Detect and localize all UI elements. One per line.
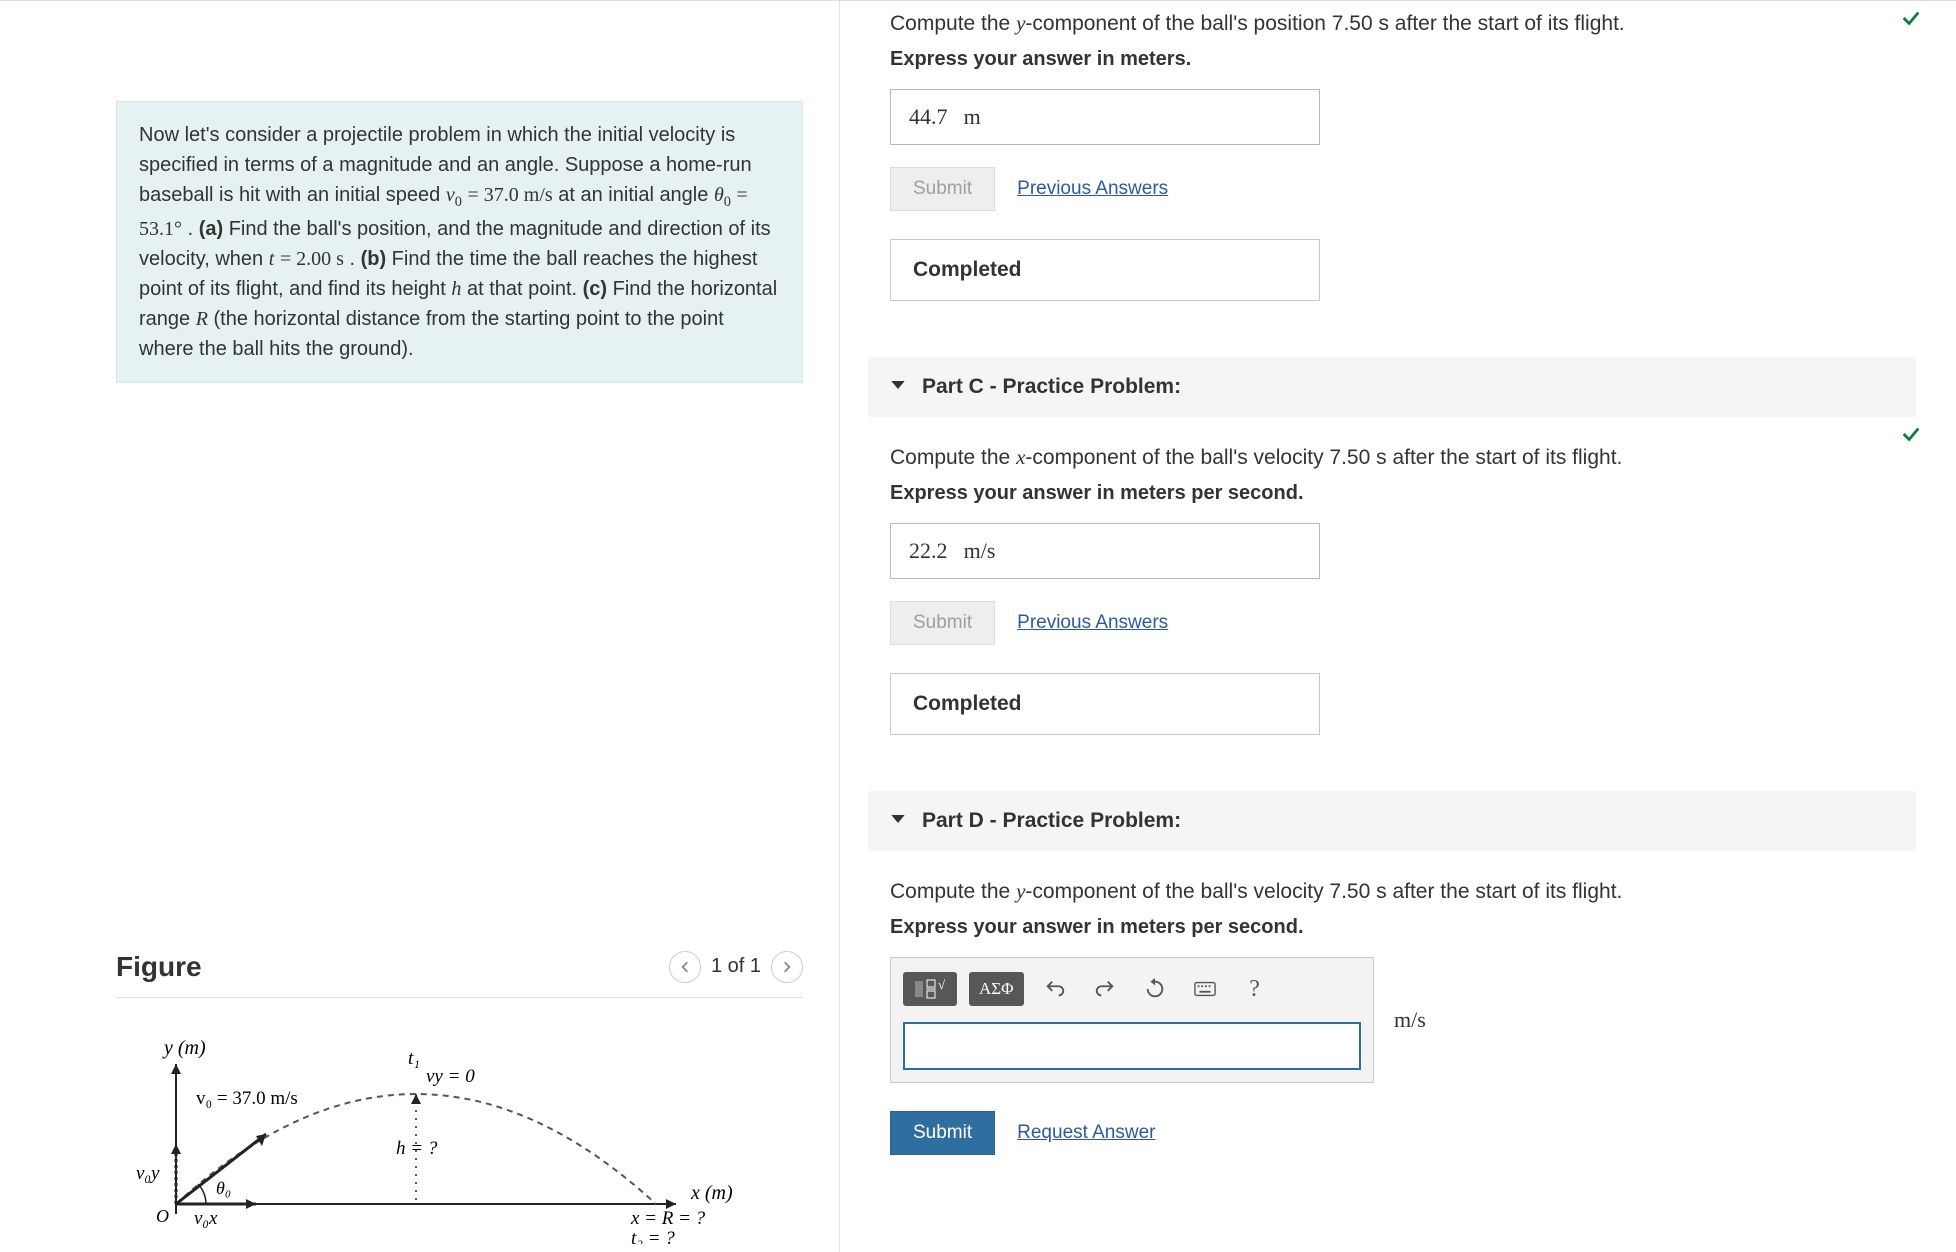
part-d-question: Compute the y-component of the ball's ve… <box>890 879 1894 904</box>
theta-label: θ₀ <box>216 1178 231 1198</box>
template-tool[interactable]: √ <box>903 972 957 1006</box>
part-c-header[interactable]: Part C - Practice Problem: <box>868 357 1916 417</box>
part-b-text2: at that point. <box>467 278 583 300</box>
caret-down-icon <box>890 812 906 830</box>
v0x-label: v₀x <box>194 1208 218 1229</box>
part-b-question: Compute the y-component of the ball's po… <box>890 11 1894 36</box>
part-c-answer-box: 22.2 m/s <box>890 523 1320 579</box>
reset-tool[interactable] <box>1136 970 1174 1008</box>
h-label: h = ? <box>396 1138 438 1159</box>
redo-tool[interactable] <box>1086 970 1124 1008</box>
v0-label: v₀ = 37.0 m/s <box>196 1088 298 1109</box>
answer-input[interactable] <box>903 1022 1361 1070</box>
figure-diagram: y (m) x (m) v₀ = 37.0 m/s v₀y v₀x θ₀ O t… <box>116 1024 803 1249</box>
reset-icon <box>1144 978 1166 1000</box>
help-tool[interactable]: ? <box>1236 970 1274 1008</box>
keyboard-icon <box>1194 978 1216 1000</box>
equation-row: √ ΑΣΦ <box>890 957 1894 1083</box>
check-icon <box>1900 7 1922 34</box>
problem-text-2: at an initial angle <box>558 184 714 206</box>
part-b-instruction: Express your answer in meters. <box>890 48 1894 71</box>
part-b-answer-unit: m <box>964 104 981 129</box>
equation-toolbar: √ ΑΣΦ <box>903 970 1361 1008</box>
part-b-label: (b) <box>361 248 387 270</box>
vy0-label: vy = 0 <box>426 1066 475 1087</box>
part-d-header[interactable]: Part D - Practice Problem: <box>868 791 1916 851</box>
part-c-submit-button: Submit <box>890 601 995 645</box>
part-b-answer-box: 44.7 m <box>890 89 1320 145</box>
xR-label: x = R = ? <box>630 1208 706 1229</box>
check-icon <box>1900 423 1922 450</box>
figure-header: Figure 1 of 1 <box>116 943 803 998</box>
svg-text:√: √ <box>938 979 946 992</box>
part-d-instruction: Express your answer in meters per second… <box>890 916 1894 939</box>
part-b-block: Compute the y-component of the ball's po… <box>868 11 1916 301</box>
keyboard-tool[interactable] <box>1186 970 1224 1008</box>
part-b-status: Completed <box>890 239 1320 301</box>
part-c-answer-unit: m/s <box>964 538 996 563</box>
part-c-question: Compute the x-component of the ball's ve… <box>890 445 1894 470</box>
undo-icon <box>1044 978 1066 1000</box>
R-var: R <box>196 308 208 330</box>
part-d-block: Part D - Practice Problem: Compute the y… <box>868 791 1916 1155</box>
caret-down-icon <box>890 378 906 396</box>
part-c-answer-value: 22.2 <box>909 538 948 563</box>
eq-t: = 2.00 s <box>280 248 344 270</box>
t1-label: t₁ <box>408 1048 420 1069</box>
h-var: h <box>451 278 461 300</box>
v0y-label: v₀y <box>136 1163 160 1184</box>
problem-text-4: . <box>349 248 360 270</box>
part-c-instruction: Express your answer in meters per second… <box>890 482 1894 505</box>
part-b-answer-value: 44.7 <box>909 104 948 129</box>
pager-next-button[interactable] <box>771 951 803 983</box>
redo-icon <box>1094 978 1116 1000</box>
figure-title: Figure <box>116 951 202 983</box>
part-c-previous-answers-link[interactable]: Previous Answers <box>1017 612 1168 634</box>
fraction-template-icon: √ <box>913 979 947 999</box>
page: Now let's consider a projectile problem … <box>0 0 1956 1252</box>
part-a-label: (a) <box>199 218 223 240</box>
part-c-title: Part C - Practice Problem: <box>922 375 1181 399</box>
eq-v0: = 37.0 m/s <box>468 184 553 206</box>
right-column: Compute the y-component of the ball's po… <box>840 1 1956 1252</box>
v0-var: v0 <box>446 184 462 206</box>
undo-tool[interactable] <box>1036 970 1074 1008</box>
chevron-left-icon <box>679 961 691 973</box>
part-b-submit-button: Submit <box>890 167 995 211</box>
part-c-label: (c) <box>583 278 607 300</box>
chevron-right-icon <box>781 961 793 973</box>
part-c-block: Part C - Practice Problem: Compute the x… <box>868 357 1916 735</box>
t-var: t <box>269 248 275 270</box>
part-b-previous-answers-link[interactable]: Previous Answers <box>1017 178 1168 200</box>
t2-label: t₂ = ? <box>631 1228 675 1244</box>
greek-tool[interactable]: ΑΣΦ <box>969 972 1024 1006</box>
figure-block: Figure 1 of 1 <box>116 943 803 1249</box>
request-answer-link[interactable]: Request Answer <box>1017 1122 1155 1144</box>
part-c-text2: (the horizontal distance from the starti… <box>139 308 724 360</box>
problem-statement: Now let's consider a projectile problem … <box>116 101 803 383</box>
part-d-title: Part D - Practice Problem: <box>922 809 1181 833</box>
equation-editor: √ ΑΣΦ <box>890 957 1374 1083</box>
pager-text: 1 of 1 <box>711 955 761 978</box>
projectile-diagram: y (m) x (m) v₀ = 37.0 m/s v₀y v₀x θ₀ O t… <box>116 1024 756 1244</box>
theta-var: θ0 <box>714 184 731 206</box>
x-axis-label: x (m) <box>690 1182 733 1204</box>
part-c-status: Completed <box>890 673 1320 735</box>
problem-text-3: . <box>188 218 199 240</box>
part-d-submit-button[interactable]: Submit <box>890 1111 995 1155</box>
pager-prev-button[interactable] <box>669 951 701 983</box>
figure-pager: 1 of 1 <box>669 951 803 983</box>
y-axis-label: y (m) <box>162 1037 206 1059</box>
origin-label: O <box>156 1206 169 1226</box>
left-column: Now let's consider a projectile problem … <box>0 1 840 1252</box>
part-d-unit: m/s <box>1394 1007 1426 1033</box>
